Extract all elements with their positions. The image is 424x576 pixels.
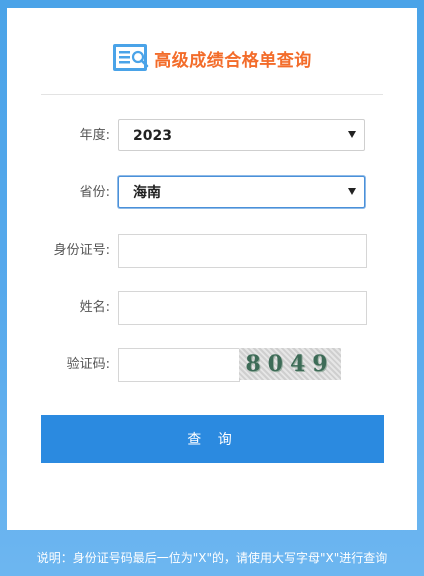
divider bbox=[41, 94, 383, 95]
name-row: 姓名: bbox=[7, 291, 417, 325]
header: 高级成绩合格单查询 bbox=[7, 38, 417, 78]
query-button[interactable]: 查 询 bbox=[41, 415, 384, 463]
captcha-input[interactable] bbox=[118, 348, 240, 382]
document-search-icon bbox=[113, 44, 149, 71]
chevron-down-icon bbox=[348, 188, 356, 195]
page-title: 高级成绩合格单查询 bbox=[154, 50, 312, 71]
id-number-input[interactable] bbox=[118, 234, 367, 268]
query-card: 高级成绩合格单查询 年度: 2023 省份: 海南 身份证号: 姓名: 验证码:… bbox=[7, 8, 417, 530]
year-row: 年度: 2023 bbox=[7, 119, 417, 153]
captcha-row: 验证码: 8049 bbox=[7, 348, 417, 382]
id-number-label: 身份证号: bbox=[53, 243, 110, 258]
chevron-down-icon bbox=[348, 131, 356, 138]
year-label: 年度: bbox=[79, 128, 110, 143]
year-select[interactable]: 2023 bbox=[118, 119, 365, 151]
province-select[interactable]: 海南 bbox=[118, 176, 365, 208]
province-select-value: 海南 bbox=[133, 185, 161, 201]
province-row: 省份: 海南 bbox=[7, 176, 417, 210]
id-number-row: 身份证号: bbox=[7, 234, 417, 268]
name-label: 姓名: bbox=[79, 300, 110, 315]
captcha-image[interactable]: 8049 bbox=[239, 348, 341, 380]
name-input[interactable] bbox=[118, 291, 367, 325]
year-select-value: 2023 bbox=[133, 128, 172, 144]
captcha-label: 验证码: bbox=[66, 357, 110, 372]
footer-note: 说明：身份证号码最后一位为"X"的，请使用大写字母"X"进行查询 bbox=[36, 551, 388, 565]
province-label: 省份: bbox=[79, 185, 110, 200]
